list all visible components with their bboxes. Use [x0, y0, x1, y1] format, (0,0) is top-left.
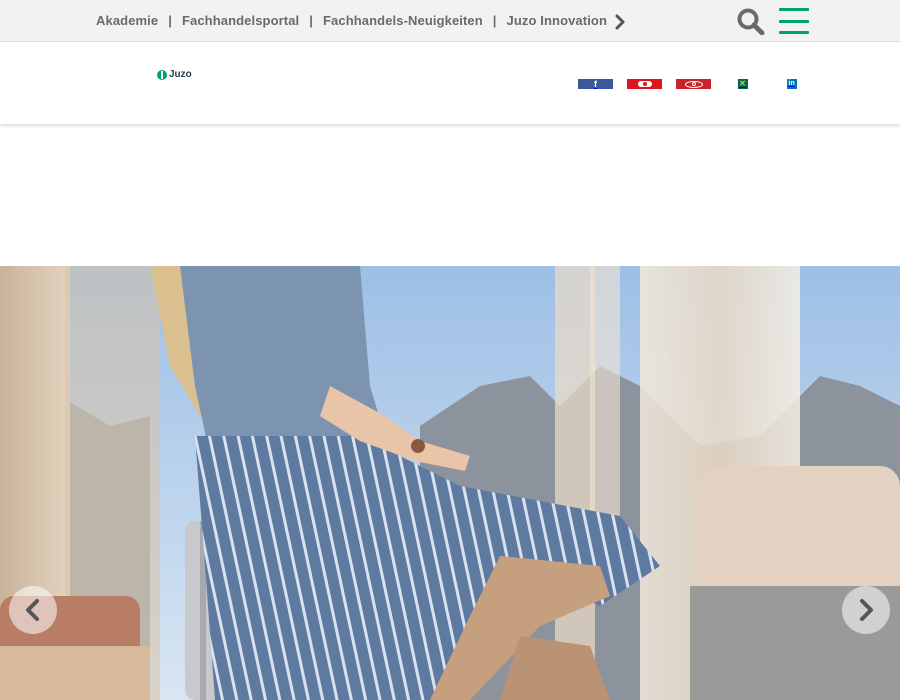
pinterest-icon: [684, 80, 703, 88]
nav-link-fachhandelsportal[interactable]: Fachhandelsportal: [182, 13, 299, 28]
chevron-right-icon: [860, 599, 873, 621]
hero-carousel-image: [0, 266, 900, 700]
hero-photo-woman-on-suitcase: [0, 266, 900, 700]
nav-more-button[interactable]: [611, 12, 629, 32]
nav-separator: |: [309, 13, 314, 28]
chevron-right-icon: [615, 14, 625, 30]
menu-bar: [779, 19, 809, 23]
carousel-next-button[interactable]: [842, 586, 890, 634]
site-header: Juzo f ✕ in: [0, 42, 900, 124]
nav-separator: |: [168, 13, 172, 28]
facebook-icon: f: [594, 79, 597, 89]
juzo-logo[interactable]: Juzo: [157, 69, 192, 80]
pinterest-link[interactable]: [676, 79, 711, 89]
xing-icon: ✕: [737, 79, 748, 89]
nav-link-fachhandels-neuigkeiten[interactable]: Fachhandels-Neuigkeiten: [323, 13, 483, 28]
menu-bar: [779, 31, 809, 34]
juzo-logo-mark-icon: [157, 69, 167, 80]
hamburger-menu-button[interactable]: [778, 8, 810, 34]
xing-link[interactable]: ✕: [725, 79, 760, 89]
search-icon: [737, 8, 765, 36]
youtube-link[interactable]: [627, 79, 662, 89]
menu-bar: [779, 8, 809, 11]
logo-text: Juzo: [169, 69, 192, 80]
search-button[interactable]: [736, 7, 766, 36]
linkedin-icon: in: [786, 79, 797, 89]
nav-link-juzo-innovation[interactable]: Juzo Innovation: [507, 13, 607, 28]
carousel-prev-button[interactable]: [9, 586, 57, 634]
top-utility-bar: Akademie | Fachhandelsportal | Fachhande…: [0, 0, 900, 42]
youtube-icon: [637, 81, 652, 87]
facebook-link[interactable]: f: [578, 79, 613, 89]
chevron-left-icon: [26, 599, 39, 621]
nav-link-akademie[interactable]: Akademie: [96, 13, 158, 28]
top-nav: Akademie | Fachhandelsportal | Fachhande…: [96, 13, 607, 28]
nav-separator: |: [492, 13, 497, 28]
linkedin-link[interactable]: in: [774, 79, 809, 89]
